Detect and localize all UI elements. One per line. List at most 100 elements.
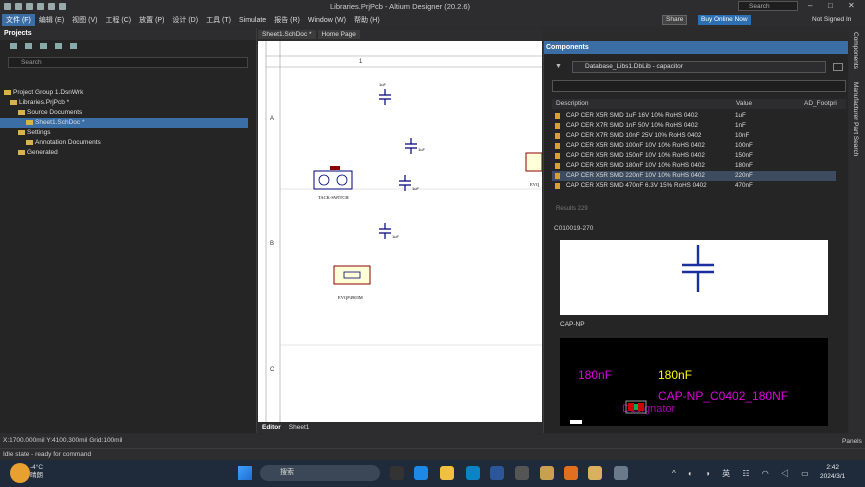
weather-icon[interactable]	[10, 463, 30, 483]
status-message-bar: Idle state - ready for command	[0, 448, 865, 460]
components-panel: Components ▼ Database_Libs1.DbLib - capa…	[543, 41, 848, 433]
tree-item-label: Source Documents	[27, 109, 83, 116]
tree-item[interactable]: Sheet1.SchDoc *	[0, 118, 248, 128]
row-label-a: A	[270, 116, 274, 122]
component-value: 220nF	[735, 172, 753, 179]
sign-in-button[interactable]: Not Signed In	[812, 16, 851, 23]
row-label-c: C	[270, 367, 275, 373]
buy-online-button[interactable]: Buy Online Now	[698, 15, 751, 25]
app-icon[interactable]	[515, 466, 529, 480]
filter-icon[interactable]: ▼	[555, 63, 562, 70]
document-tabs: Sheet1.SchDoc * Home Page	[258, 28, 542, 41]
component-icon	[555, 143, 560, 149]
weather-widget[interactable]: -4°C 晴朗	[30, 464, 43, 480]
side-tab-manufacturer[interactable]: Manufacturer Part Search	[852, 82, 859, 156]
schematic-canvas[interactable]: 1 A B C 1uF 1uF 1uF 1uF TACK-SWITCH EVQP…	[258, 41, 542, 422]
projects-search-input[interactable]: Search	[8, 57, 248, 68]
col-description[interactable]: Description	[556, 99, 589, 109]
input-language[interactable]: 英	[722, 469, 735, 478]
component-icon	[555, 123, 560, 129]
app-icon-2[interactable]	[588, 466, 602, 480]
col-value[interactable]: Value	[736, 99, 752, 109]
component-row[interactable]: CAP CER X5R SMD 1uF 16V 10% RoHS 0402 1uF	[552, 111, 836, 121]
component-row[interactable]: CAP CER X7R SMD 1nF 50V 10% RoHS 0402 1nF	[552, 121, 836, 131]
menu-tools[interactable]: 工具 (T)	[202, 14, 235, 26]
edge-icon[interactable]	[414, 466, 428, 480]
component-search-input[interactable]	[552, 80, 846, 92]
search-app-icon[interactable]	[564, 466, 578, 480]
results-table-header: Description Value AD_Footpri	[552, 99, 846, 109]
tree-item-label: Libraries.PrjPcb *	[19, 99, 70, 106]
menu-icon[interactable]	[833, 63, 843, 71]
store-icon[interactable]	[466, 466, 480, 480]
tree-item[interactable]: Annotation Documents	[0, 138, 248, 148]
tree-item[interactable]: Settings	[0, 128, 248, 138]
component-row[interactable]: CAP CER X5R SMD 220nF 10V 10% RoHS 0402 2…	[552, 171, 836, 181]
weather-condition: 晴朗	[30, 472, 43, 479]
menu-place[interactable]: 放置 (P)	[135, 14, 168, 26]
component-row[interactable]: CAP CER X5R SMD 470nF 6.3V 15% RoHS 0402…	[552, 181, 836, 191]
cap-value-2: 1uF	[418, 147, 425, 152]
taskbar-search[interactable]: 搜索	[260, 465, 380, 481]
tab-home-page[interactable]: Home Page	[317, 30, 360, 39]
component-row[interactable]: CAP CER X5R SMD 180nF 10V 10% RoHS 0402 1…	[552, 161, 836, 171]
evqp-switch-symbol[interactable]	[333, 265, 371, 285]
altium-icon[interactable]	[540, 466, 554, 480]
projects-toolbar[interactable]	[0, 40, 256, 54]
tree-item[interactable]: Project Group 1.DsnWrk	[0, 88, 248, 98]
cap-value-1: 1uF	[379, 82, 386, 87]
close-button[interactable]: ✕	[848, 1, 855, 10]
tree-item[interactable]: Source Documents	[0, 108, 248, 118]
task-view-icon[interactable]	[390, 466, 404, 480]
folder-icon	[10, 99, 17, 105]
component-row[interactable]: CAP CER X7R SMD 10nF 25V 10% RoHS 0402 10…	[552, 131, 836, 141]
component-description: CAP CER X5R SMD 220nF 10V 10% RoHS 0402	[566, 172, 705, 179]
menu-file[interactable]: 文件 (F)	[2, 14, 35, 26]
component-row[interactable]: CAP CER X5R SMD 150nF 10V 10% RoHS 0402 1…	[552, 151, 836, 161]
menu-view[interactable]: 视图 (V)	[68, 14, 101, 26]
folder-icon	[26, 119, 33, 125]
folder-add-icon[interactable]	[55, 43, 62, 49]
quick-access-toolbar[interactable]	[4, 3, 66, 10]
clock[interactable]: 2:42 2024/3/1	[820, 463, 845, 481]
minimize-button[interactable]: –	[808, 1, 812, 10]
system-tray[interactable]: ^ ◐ ◑ 英 ☷ ◠ ◁ ▭	[672, 468, 814, 479]
tree-item-label: Settings	[27, 129, 51, 136]
open-icon[interactable]	[10, 43, 17, 49]
gear-icon[interactable]	[70, 43, 77, 49]
app-icon-3[interactable]	[614, 466, 628, 480]
panels-button[interactable]: Panels	[842, 435, 862, 449]
menu-window[interactable]: Window (W)	[304, 16, 350, 25]
component-value: 10nF	[735, 132, 750, 139]
side-tab-components[interactable]: Components	[852, 32, 859, 69]
menu-project[interactable]: 工程 (C)	[101, 14, 135, 26]
footprint-value-2: 180nF	[658, 368, 692, 382]
folder-icon	[18, 109, 25, 115]
component-icon	[555, 153, 560, 159]
menu-design[interactable]: 设计 (D)	[168, 14, 202, 26]
tab-sheet1[interactable]: Sheet1.SchDoc *	[258, 30, 316, 39]
tree-item[interactable]: Libraries.PrjPcb *	[0, 98, 248, 108]
share-button[interactable]: Share	[662, 15, 688, 25]
menu-help[interactable]: 帮助 (H)	[350, 14, 384, 26]
col-footprint[interactable]: AD_Footpri	[804, 99, 837, 109]
tab-sheet1-bottom[interactable]: Sheet1	[285, 424, 314, 431]
component-description: CAP CER X5R SMD 100nF 10V 10% RoHS 0402	[566, 142, 705, 149]
word-icon[interactable]	[490, 466, 504, 480]
status-message: Idle state - ready for command	[3, 451, 92, 458]
start-icon[interactable]	[238, 466, 252, 480]
maximize-button[interactable]: □	[828, 1, 833, 10]
menu-reports[interactable]: 报告 (R)	[270, 14, 304, 26]
tack-switch-label: TACK-SWITCH	[318, 195, 349, 200]
component-value: 100nF	[735, 142, 753, 149]
menu-simulate[interactable]: Simulate	[235, 16, 270, 25]
save-icon[interactable]	[25, 43, 32, 49]
folder-icon[interactable]	[40, 43, 47, 49]
tree-item[interactable]: Generated	[0, 148, 248, 158]
menu-edit[interactable]: 编辑 (E)	[35, 14, 68, 26]
library-select[interactable]: Database_Libs1.DbLib - capacitor	[572, 61, 826, 73]
component-row[interactable]: CAP CER X5R SMD 100nF 10V 10% RoHS 0402 1…	[552, 141, 836, 151]
tab-editor[interactable]: Editor	[258, 424, 285, 431]
global-search-input[interactable]: Search	[738, 1, 798, 11]
file-explorer-icon[interactable]	[440, 466, 454, 480]
